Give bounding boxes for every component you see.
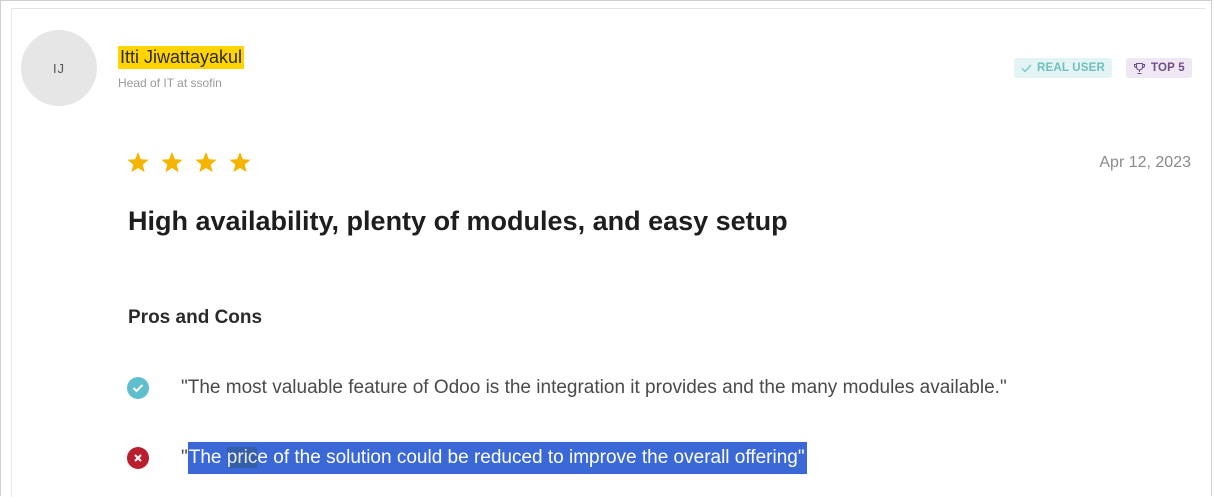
x-circle-icon	[127, 447, 149, 469]
check-circle-icon	[127, 377, 149, 399]
selected-text[interactable]: The price of the solution could be reduc…	[187, 442, 807, 474]
con-text-part3: e of the solution could be reduced to im…	[257, 447, 805, 468]
review-card: IJ Itti Jiwattayakul Head of IT at ssofi…	[0, 0, 1212, 497]
star-rating	[126, 151, 252, 174]
pro-text: "The most valuable feature of Odoo is th…	[181, 377, 1007, 398]
reviewer-name[interactable]: Itti Jiwattayakul	[118, 46, 245, 69]
star-icon	[160, 151, 184, 174]
star-icon	[228, 151, 252, 174]
reviewer-role: Head of IT at ssofin	[118, 76, 222, 90]
top-badge: TOP 5	[1126, 58, 1192, 78]
con-item: " The price of the solution could be redu…	[127, 442, 807, 474]
con-text-part1: The	[188, 447, 227, 468]
real-user-badge: REAL USER	[1014, 58, 1113, 78]
con-open-quote: "	[181, 447, 188, 468]
pro-item: "The most valuable feature of Odoo is th…	[127, 377, 1007, 399]
avatar-initials: IJ	[52, 60, 66, 76]
real-user-label: REAL USER	[1037, 62, 1106, 74]
card-top-divider	[11, 8, 1205, 9]
top-label: TOP 5	[1151, 62, 1185, 74]
pros-cons-heading: Pros and Cons	[128, 307, 263, 328]
review-title[interactable]: High availability, plenty of modules, an…	[128, 206, 788, 237]
check-icon	[1021, 64, 1032, 73]
con-text-part2: pric	[226, 447, 258, 468]
trophy-icon	[1133, 62, 1146, 75]
review-date: Apr 12, 2023	[1099, 154, 1191, 171]
card-left-divider	[11, 8, 12, 497]
star-icon	[194, 151, 218, 174]
star-icon	[126, 151, 150, 174]
con-text: " The price of the solution could be redu…	[181, 442, 807, 474]
avatar[interactable]: IJ	[21, 30, 97, 106]
